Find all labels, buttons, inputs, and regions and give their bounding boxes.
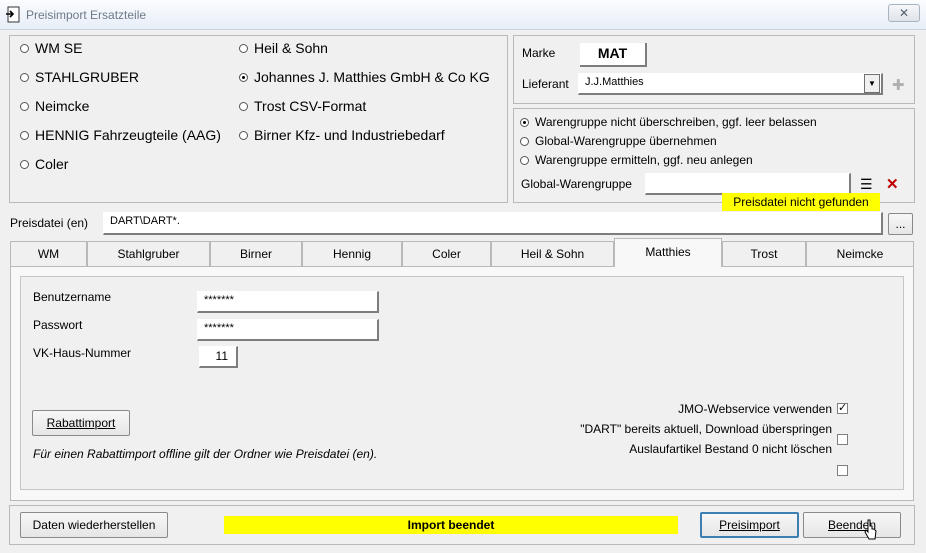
jmo-webservice-checkbox[interactable]: ✓ xyxy=(837,403,848,414)
radio-button[interactable] xyxy=(20,43,29,53)
lieferant-dropdown-button[interactable]: ▼ xyxy=(864,74,880,93)
vk-haus-nummer-field[interactable]: 11 xyxy=(199,346,238,368)
passwort-field[interactable]: ******* xyxy=(197,319,379,341)
global-warengruppe-label: Global-Warengruppe xyxy=(521,177,632,191)
radio-button[interactable] xyxy=(20,130,29,140)
lieferant-label: Lieferant xyxy=(522,77,569,91)
radio-button[interactable] xyxy=(239,101,248,111)
restore-data-button[interactable]: Daten wiederherstellen xyxy=(20,512,168,538)
lieferant-select[interactable]: J.J.Matthies xyxy=(578,73,883,95)
rabattimport-hint: Für einen Rabattimport offline gilt der … xyxy=(33,447,378,461)
jmo-webservice-label: JMO-Webservice verwenden xyxy=(678,402,832,416)
dart-aktuell-checkbox[interactable] xyxy=(837,434,848,445)
import-status: Import beendet xyxy=(224,516,678,534)
close-button[interactable]: ✕ xyxy=(888,4,920,22)
radio-button[interactable] xyxy=(20,159,29,169)
add-icon[interactable]: ✚ xyxy=(892,76,905,94)
dart-aktuell-label: "DART" bereits aktuell, Download überspr… xyxy=(580,422,832,436)
benutzername-label: Benutzername xyxy=(33,290,112,304)
tab-birner[interactable]: Birner xyxy=(210,241,302,266)
warengruppe-option[interactable]: Global-Warengruppe übernehmen xyxy=(520,134,717,148)
tab-hennig[interactable]: Hennig xyxy=(302,241,402,266)
auslaufartikel-label: Auslaufartikel Bestand 0 nicht löschen xyxy=(629,442,832,456)
marke-label: Marke xyxy=(522,46,556,60)
supplier-option[interactable]: STAHLGRUBER xyxy=(20,69,139,85)
radio-button[interactable] xyxy=(239,43,248,53)
preisdatei-status-notice: Preisdatei nicht gefunden xyxy=(722,193,880,211)
tab-neimcke[interactable]: Neimcke xyxy=(806,241,914,266)
supplier-option[interactable]: Neimcke xyxy=(20,98,89,114)
import-icon xyxy=(6,6,20,23)
check-icon: ✓ xyxy=(838,402,848,414)
window-title: Preisimport Ersatzteile xyxy=(26,8,147,22)
tab-heil-sohn[interactable]: Heil & Sohn xyxy=(491,241,614,266)
supplier-group xyxy=(9,35,508,203)
browse-button[interactable]: ... xyxy=(888,213,913,235)
radio-button[interactable] xyxy=(520,136,529,146)
supplier-option[interactable]: Heil & Sohn xyxy=(239,40,328,56)
preisimport-button[interactable]: Preisimport xyxy=(700,512,799,538)
supplier-option[interactable]: HENNIG Fahrzeugteile (AAG) xyxy=(20,127,221,143)
warengruppe-option[interactable]: Warengruppe ermitteln, ggf. neu anlegen xyxy=(520,153,753,167)
preisdatei-field[interactable]: DART\DART*. xyxy=(103,212,883,235)
marke-field[interactable]: MAT xyxy=(580,43,647,67)
auslaufartikel-checkbox[interactable] xyxy=(837,465,848,476)
tab-coler[interactable]: Coler xyxy=(402,241,491,266)
supplier-option[interactable]: Coler xyxy=(20,156,68,172)
radio-button[interactable] xyxy=(20,72,29,82)
radio-button[interactable] xyxy=(20,101,29,111)
supplier-option-selected[interactable]: Johannes J. Matthies GmbH & Co KG xyxy=(239,69,490,85)
warengruppe-option-selected[interactable]: Warengruppe nicht überschreiben, ggf. le… xyxy=(520,115,817,129)
mouse-cursor-icon xyxy=(864,519,877,540)
radio-button-checked[interactable] xyxy=(239,72,248,82)
close-icon: ✕ xyxy=(898,6,910,20)
vk-haus-nummer-label: VK-Haus-Nummer xyxy=(33,346,132,360)
tab-wm[interactable]: WM xyxy=(10,241,87,266)
supplier-option[interactable]: WM SE xyxy=(20,40,82,56)
tab-trost[interactable]: Trost xyxy=(722,241,806,266)
radio-button[interactable] xyxy=(239,130,248,140)
global-warengruppe-field[interactable] xyxy=(645,173,851,195)
quit-button[interactable]: Beenden xyxy=(803,512,901,538)
tab-stahlgruber[interactable]: Stahlgruber xyxy=(87,241,210,266)
passwort-label: Passwort xyxy=(33,318,83,332)
list-icon[interactable]: ☰ xyxy=(860,176,873,193)
supplier-option[interactable]: Trost CSV-Format xyxy=(239,98,366,114)
delete-icon[interactable]: ✕ xyxy=(886,175,899,193)
rabattimport-button[interactable]: Rabattimport xyxy=(32,410,130,436)
tab-matthies[interactable]: Matthies xyxy=(614,238,722,267)
supplier-option[interactable]: Birner Kfz- und Industriebedarf xyxy=(239,127,445,143)
preisdatei-label: Preisdatei (en) xyxy=(10,216,89,230)
radio-button[interactable] xyxy=(520,155,529,165)
chevron-down-icon: ▼ xyxy=(868,79,876,88)
radio-button-checked[interactable] xyxy=(520,117,529,127)
benutzername-field[interactable]: ******* xyxy=(197,291,379,313)
